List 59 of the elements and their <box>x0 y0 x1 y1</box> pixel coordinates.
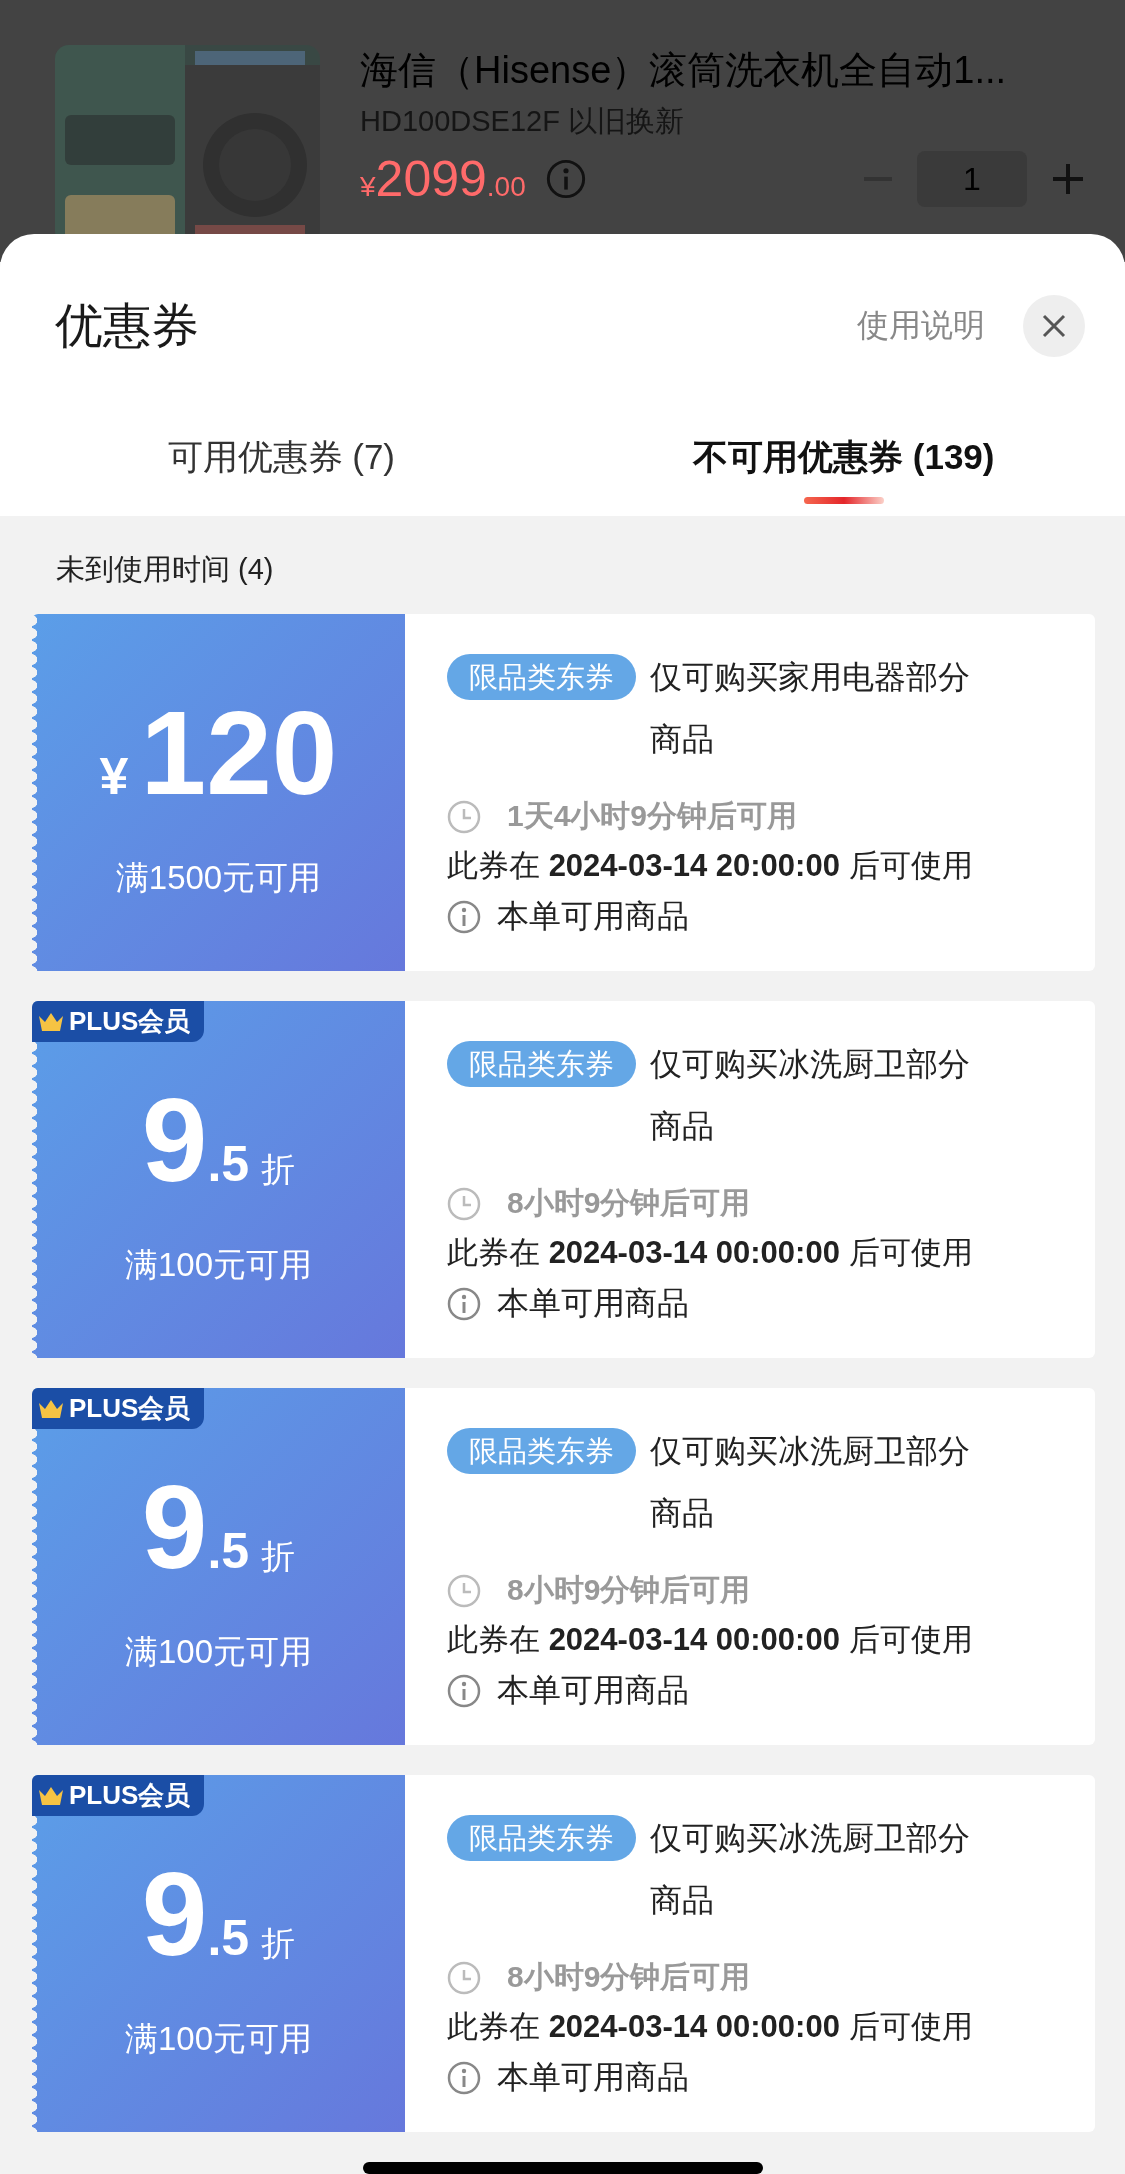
clock-icon <box>447 1573 481 1608</box>
availability-text: 此券在 2024-03-14 00:00:00 后可使用 <box>447 2008 973 2046</box>
coupon-amount: 120 <box>140 694 338 812</box>
category-tag: 限品类东券 <box>447 654 636 700</box>
countdown-text: 1天4小时9分钟后可用 <box>507 798 798 834</box>
coupon-amount: 9 <box>141 1468 208 1586</box>
info-icon <box>447 2061 481 2095</box>
coupon-decimal: .5 <box>207 1522 250 1580</box>
discount-unit: 折 <box>261 1149 296 1190</box>
category-tag: 限品类东券 <box>447 1041 636 1087</box>
coupon-tab[interactable]: 不可用优惠券 (139) <box>562 434 1125 516</box>
applicable-products-link[interactable]: 本单可用商品 <box>497 1669 689 1713</box>
coupon-tab[interactable]: 可用优惠券 (7) <box>0 434 563 516</box>
currency-sign: ¥ <box>99 746 129 806</box>
coupon-condition: 满100元可用 <box>124 2019 313 2059</box>
clock-icon <box>447 1186 481 1221</box>
section-label: 未到使用时间 (4) <box>55 552 275 587</box>
applicable-products-link[interactable]: 本单可用商品 <box>497 1282 689 1326</box>
close-icon <box>1041 313 1067 339</box>
coupon-amount: 9 <box>141 1081 208 1199</box>
applicable-products-link[interactable]: 本单可用商品 <box>497 2056 689 2100</box>
crown-icon <box>38 1011 64 1032</box>
category-tag: 限品类东券 <box>447 1815 636 1861</box>
help-link[interactable]: 使用说明 <box>857 304 985 348</box>
crown-icon <box>38 1398 64 1419</box>
info-icon <box>447 1287 481 1321</box>
info-icon <box>447 1674 481 1708</box>
product-price: ¥2099.00 <box>360 150 526 208</box>
badge-label: PLUS会员 <box>69 1392 191 1425</box>
coupon-decimal: .5 <box>207 1909 250 1967</box>
availability-text: 此券在 2024-03-14 00:00:00 后可使用 <box>447 1234 973 1272</box>
info-icon <box>447 900 481 934</box>
coupon-condition: 满100元可用 <box>124 1245 313 1285</box>
category-tag: 限品类东券 <box>447 1428 636 1474</box>
countdown-text: 8小时9分钟后可用 <box>507 1572 751 1608</box>
coupon-amount: 9 <box>141 1855 208 1973</box>
availability-text: 此券在 2024-03-14 20:00:00 后可使用 <box>447 847 973 885</box>
countdown-text: 8小时9分钟后可用 <box>507 1959 751 1995</box>
coupon-description: 仅可购买冰洗厨卫部分商品 <box>650 1045 971 1146</box>
crown-icon <box>38 1785 64 1806</box>
discount-unit: 折 <box>261 1536 296 1577</box>
plus-icon <box>1051 162 1085 196</box>
coupon-description: 仅可购买家用电器部分商品 <box>650 658 971 759</box>
sheet-title: 优惠券 <box>55 298 199 354</box>
applicable-products-link[interactable]: 本单可用商品 <box>497 895 689 939</box>
availability-text: 此券在 2024-03-14 00:00:00 后可使用 <box>447 1621 973 1659</box>
badge-label: PLUS会员 <box>69 1779 191 1812</box>
clock-icon <box>447 799 481 834</box>
discount-unit: 折 <box>261 1923 296 1964</box>
product-title: 海信（Hisense）滚筒洗衣机全自动1... <box>360 48 1008 93</box>
coupon-description: 仅可购买冰洗厨卫部分商品 <box>650 1819 971 1920</box>
coupon-condition: 满1500元可用 <box>115 858 322 898</box>
clock-icon <box>447 1960 481 1995</box>
coupon-decimal: .5 <box>207 1135 250 1193</box>
coupon-condition: 满100元可用 <box>124 1632 313 1672</box>
coupon-description: 仅可购买冰洗厨卫部分商品 <box>650 1432 971 1533</box>
info-icon[interactable] <box>545 159 586 199</box>
countdown-text: 8小时9分钟后可用 <box>507 1185 751 1221</box>
badge-label: PLUS会员 <box>69 1005 191 1038</box>
